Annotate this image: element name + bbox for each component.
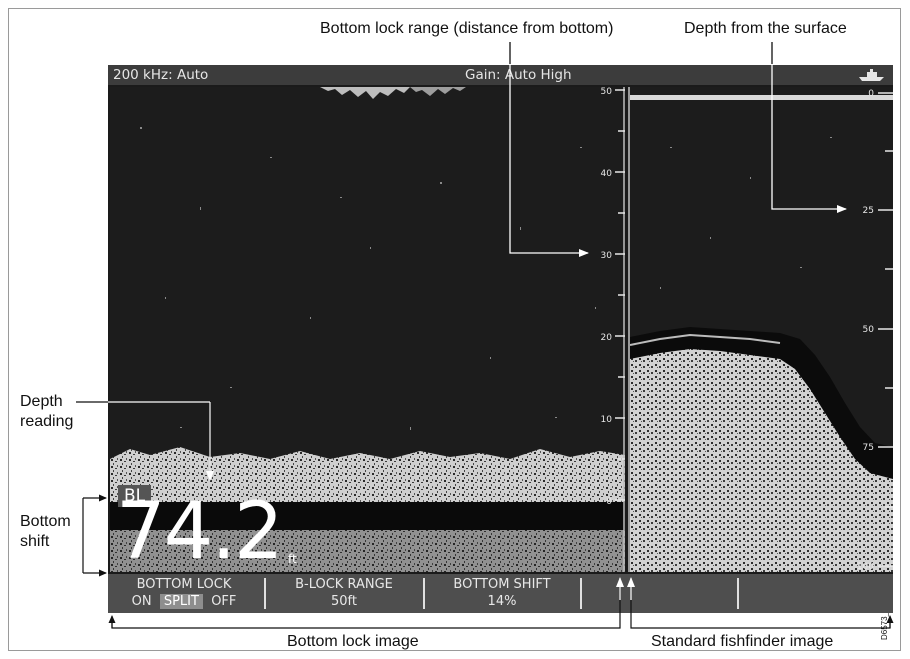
b-lock-range-value: 50ft: [331, 594, 357, 609]
left-scale-tick: 40: [601, 169, 613, 179]
bottom-lock-softkey[interactable]: BOTTOM LOCK ON SPLIT OFF: [108, 574, 260, 613]
depth-unit: ft: [288, 552, 297, 566]
gain-label: Gain: Auto High: [465, 67, 572, 83]
softkey-divider: [737, 578, 739, 609]
callout-standard-fishfinder-image: Standard fishfinder image: [651, 633, 834, 650]
b-lock-range-softkey[interactable]: B-LOCK RANGE 50ft: [268, 574, 420, 613]
left-scale-tick: 20: [601, 333, 613, 343]
right-scale-tick: 0: [868, 89, 874, 99]
bottom-shift-value: 14%: [487, 594, 517, 609]
right-scale-tick: 100: [857, 562, 874, 572]
standard-fishfinder-pane[interactable]: 0 25 50 75 100: [628, 87, 893, 572]
frequency-label: 200 kHz: Auto: [113, 67, 209, 83]
callout-depth-from-surface: Depth from the surface: [684, 20, 847, 37]
callout-bottom-lock-range: Bottom lock range (distance from bottom): [320, 20, 614, 37]
softkey-bar: BOTTOM LOCK ON SPLIT OFF B-LOCK RANGE 50…: [108, 574, 893, 613]
bottom-lock-options: ON SPLIT OFF: [108, 594, 260, 609]
depth-reading: 74.2: [116, 487, 284, 572]
right-scale-tick: 25: [863, 206, 874, 216]
bottom-shift-title: BOTTOM SHIFT: [453, 577, 551, 592]
fishfinder-screen: 200 kHz: Auto Gain: Auto High 50 40 30 2…: [108, 65, 893, 613]
standard-echogram: 0 25 50 75 100: [630, 89, 893, 572]
callout-depth-reading-line2: reading: [20, 413, 74, 430]
option-split[interactable]: SPLIT: [159, 594, 203, 609]
right-scale-tick: 75: [863, 443, 874, 453]
softkey-divider: [580, 578, 582, 609]
bottom-shift-softkey[interactable]: BOTTOM SHIFT 14%: [426, 574, 578, 613]
left-scale-tick: 10: [601, 415, 613, 425]
option-on[interactable]: ON: [132, 594, 152, 609]
left-scale-tick: 30: [601, 251, 613, 261]
right-scale-tick: 50: [863, 325, 875, 335]
callout-bottom-shift-line1: Bottom: [20, 513, 71, 530]
empty-softkey-5[interactable]: [740, 574, 892, 613]
softkey-divider: [264, 578, 266, 609]
left-scale-tick: 50: [601, 87, 613, 97]
bottom-lock-softkey-title: BOTTOM LOCK: [136, 577, 232, 592]
callout-depth-reading-line1: Depth: [20, 393, 63, 410]
callout-bottom-shift-line2: shift: [20, 533, 50, 550]
callout-bottom-shift: Bottom shift: [20, 512, 71, 552]
left-scale-tick: 0: [606, 497, 612, 507]
bottom-lock-pane[interactable]: 50 40 30 20 10 0 BL 74.2 ft: [110, 87, 625, 572]
empty-softkey-4[interactable]: [583, 574, 735, 613]
boat-icon: [859, 69, 884, 81]
callout-depth-reading: Depth reading: [20, 392, 73, 432]
softkey-divider: [423, 578, 425, 609]
callout-bottom-lock-image: Bottom lock image: [287, 633, 419, 650]
option-off[interactable]: OFF: [211, 594, 236, 609]
b-lock-range-title: B-LOCK RANGE: [295, 577, 393, 592]
status-bar: 200 kHz: Auto Gain: Auto High: [108, 65, 893, 85]
